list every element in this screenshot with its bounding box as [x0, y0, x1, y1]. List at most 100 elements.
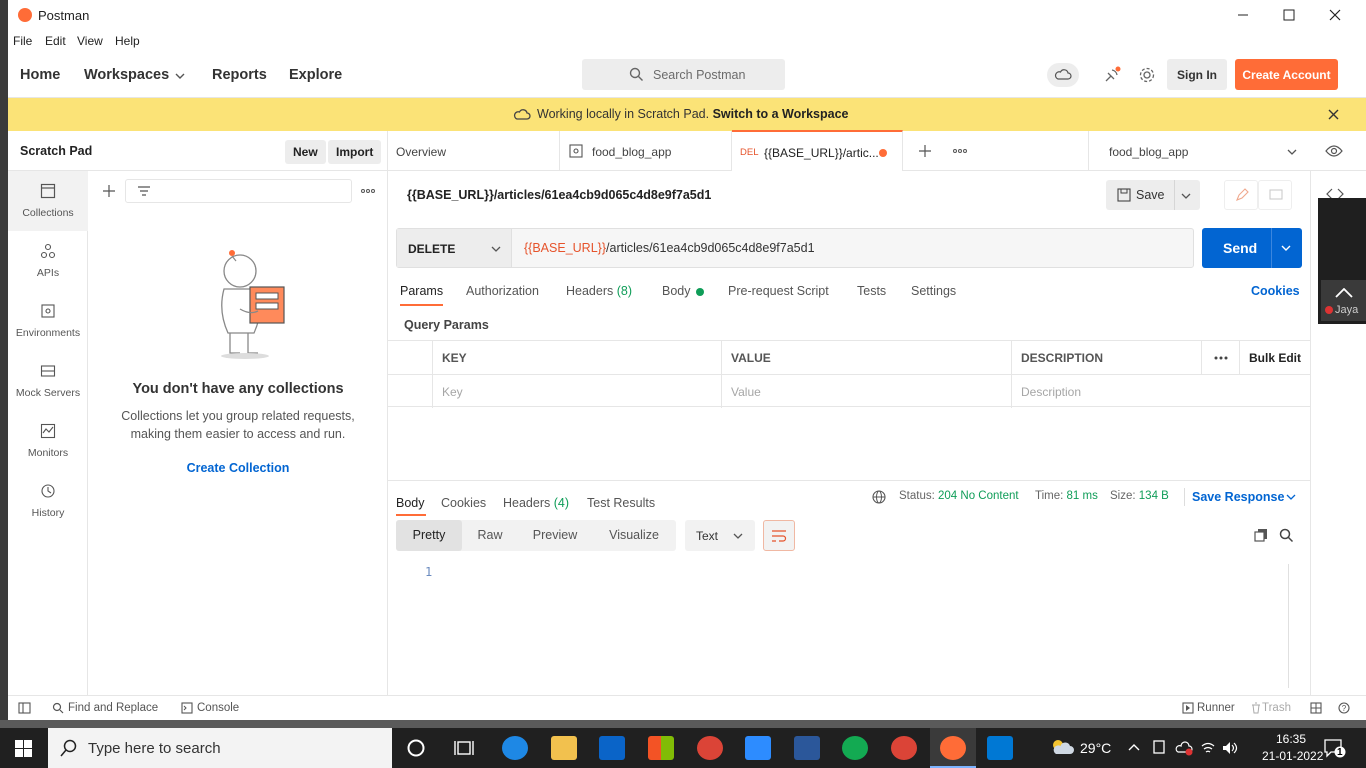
view-raw[interactable]: Raw — [462, 520, 518, 551]
menu-file[interactable]: File — [13, 34, 32, 48]
network-meeting-icon[interactable] — [1152, 739, 1166, 757]
satellite-button[interactable] — [1101, 64, 1123, 86]
tab-headers[interactable]: Headers (8) — [566, 284, 632, 298]
onedrive-icon[interactable] — [1175, 739, 1193, 757]
clock-time[interactable]: 16:35 — [1276, 732, 1306, 746]
view-pretty[interactable]: Pretty — [396, 520, 462, 551]
clock-date[interactable]: 21-01-2022 — [1262, 749, 1323, 763]
edit-request-button[interactable] — [1224, 180, 1258, 210]
find-and-replace-button[interactable]: Find and Replace — [68, 702, 158, 714]
param-value-input[interactable]: Value — [722, 375, 1012, 408]
mail-icon[interactable] — [599, 736, 625, 760]
sign-in-button[interactable]: Sign In — [1167, 59, 1227, 90]
more-options-icon[interactable] — [361, 189, 375, 193]
tab-params[interactable]: Params — [400, 284, 443, 298]
tab-food-blog-app[interactable]: food_blog_app — [560, 131, 732, 171]
windows-start-icon[interactable] — [15, 740, 32, 757]
view-visualize[interactable]: Visualize — [592, 520, 676, 551]
nav-workspaces[interactable]: Workspaces — [84, 67, 169, 83]
tab-delete-request[interactable]: DEL {{BASE_URL}}/artic... — [732, 130, 903, 171]
sidebar-item-monitors[interactable]: Monitors — [8, 411, 88, 471]
close-banner-icon[interactable] — [1328, 109, 1339, 120]
table-options-button[interactable] — [1202, 341, 1240, 374]
view-preview[interactable]: Preview — [518, 520, 592, 551]
postman-taskbar-active[interactable] — [930, 728, 976, 768]
eye-icon[interactable] — [1325, 144, 1343, 158]
more-tabs-icon[interactable] — [953, 149, 967, 153]
cookies-link[interactable]: Cookies — [1251, 284, 1300, 298]
edge-icon[interactable] — [502, 736, 528, 760]
search-response-icon[interactable] — [1279, 528, 1294, 543]
save-button[interactable]: Save — [1106, 180, 1200, 210]
globe-icon[interactable] — [872, 490, 886, 504]
nav-reports[interactable]: Reports — [212, 67, 267, 83]
runner-button[interactable]: Runner — [1197, 702, 1235, 714]
zoom-icon[interactable] — [745, 736, 771, 760]
cortana-icon[interactable] — [406, 738, 426, 758]
sidebar-item-apis[interactable]: APIs — [8, 231, 88, 291]
response-tab-body[interactable]: Body — [396, 496, 425, 510]
weather-icon[interactable] — [1050, 738, 1076, 756]
chevron-up-icon[interactable] — [1128, 743, 1140, 751]
help-icon[interactable]: ? — [1338, 702, 1350, 714]
chrome-icon[interactable] — [697, 736, 723, 760]
menu-edit[interactable]: Edit — [45, 34, 66, 48]
console-button[interactable]: Console — [197, 702, 239, 714]
format-select[interactable]: Text — [685, 520, 755, 551]
volume-icon[interactable] — [1222, 740, 1238, 756]
save-response-button[interactable]: Save Response — [1192, 490, 1284, 504]
nav-explore[interactable]: Explore — [289, 67, 342, 83]
copy-icon[interactable] — [1254, 528, 1268, 542]
method-select[interactable]: DELETE — [397, 229, 512, 267]
param-description-input[interactable]: Description — [1012, 375, 1310, 408]
bulk-edit-button[interactable]: Bulk Edit — [1240, 341, 1310, 374]
response-scrollbar[interactable] — [1288, 564, 1289, 688]
response-tab-cookies[interactable]: Cookies — [441, 496, 486, 510]
send-button[interactable]: Send — [1202, 228, 1302, 268]
menu-view[interactable]: View — [77, 34, 103, 48]
close-window-button[interactable] — [1312, 0, 1358, 30]
search-box[interactable]: Search Postman — [582, 59, 785, 90]
trash-button[interactable]: Trash — [1262, 702, 1291, 714]
import-button[interactable]: Import — [328, 140, 382, 164]
tab-tests[interactable]: Tests — [857, 284, 886, 298]
create-collection-link[interactable]: Create Collection — [88, 461, 388, 475]
tab-body[interactable]: Body — [662, 284, 691, 298]
settings-button[interactable] — [1136, 64, 1158, 86]
task-view-icon[interactable] — [454, 739, 474, 757]
mongodb-compass-icon[interactable] — [842, 736, 868, 760]
maximize-button[interactable] — [1266, 0, 1312, 30]
tab-pre-request-script[interactable]: Pre-request Script — [728, 284, 829, 298]
vscode-icon[interactable] — [987, 736, 1013, 760]
create-account-button[interactable]: Create Account — [1235, 59, 1338, 90]
sidebar-item-collections[interactable]: Collections — [8, 171, 88, 231]
new-tab-icon[interactable] — [918, 144, 932, 158]
new-button[interactable]: New — [285, 140, 326, 164]
word-icon[interactable] — [794, 736, 820, 760]
param-key-input[interactable]: Key — [433, 375, 722, 408]
comments-button[interactable] — [1258, 180, 1292, 210]
chevron-up-icon[interactable] — [1335, 288, 1353, 298]
store-icon[interactable] — [648, 736, 674, 760]
url-input[interactable]: {{BASE_URL}}/articles/61ea4cb9d065c4d8e9… — [524, 241, 815, 255]
tab-authorization[interactable]: Authorization — [466, 284, 539, 298]
add-collection-icon[interactable] — [102, 184, 116, 198]
minimize-button[interactable] — [1220, 0, 1266, 30]
wifi-icon[interactable] — [1200, 740, 1216, 756]
response-tab-test-results[interactable]: Test Results — [587, 496, 655, 510]
nav-home[interactable]: Home — [20, 67, 60, 83]
sidebar-item-history[interactable]: History — [8, 471, 88, 531]
wrap-lines-button[interactable] — [763, 520, 795, 551]
collections-filter-input[interactable] — [125, 179, 352, 203]
toggle-sidebar-icon[interactable] — [18, 702, 31, 714]
two-pane-icon[interactable] — [1310, 702, 1322, 714]
tab-overview[interactable]: Overview — [388, 131, 560, 171]
menu-help[interactable]: Help — [115, 34, 140, 48]
switch-workspace-link[interactable]: Switch to a Workspace — [713, 107, 849, 121]
taskbar-search[interactable]: Type here to search — [48, 728, 392, 768]
sync-status-button[interactable] — [1047, 63, 1079, 87]
chrome-icon-2[interactable] — [891, 736, 917, 760]
sidebar-item-environments[interactable]: Environments — [8, 291, 88, 351]
response-tab-headers[interactable]: Headers (4) — [503, 496, 569, 510]
tab-settings[interactable]: Settings — [911, 284, 956, 298]
